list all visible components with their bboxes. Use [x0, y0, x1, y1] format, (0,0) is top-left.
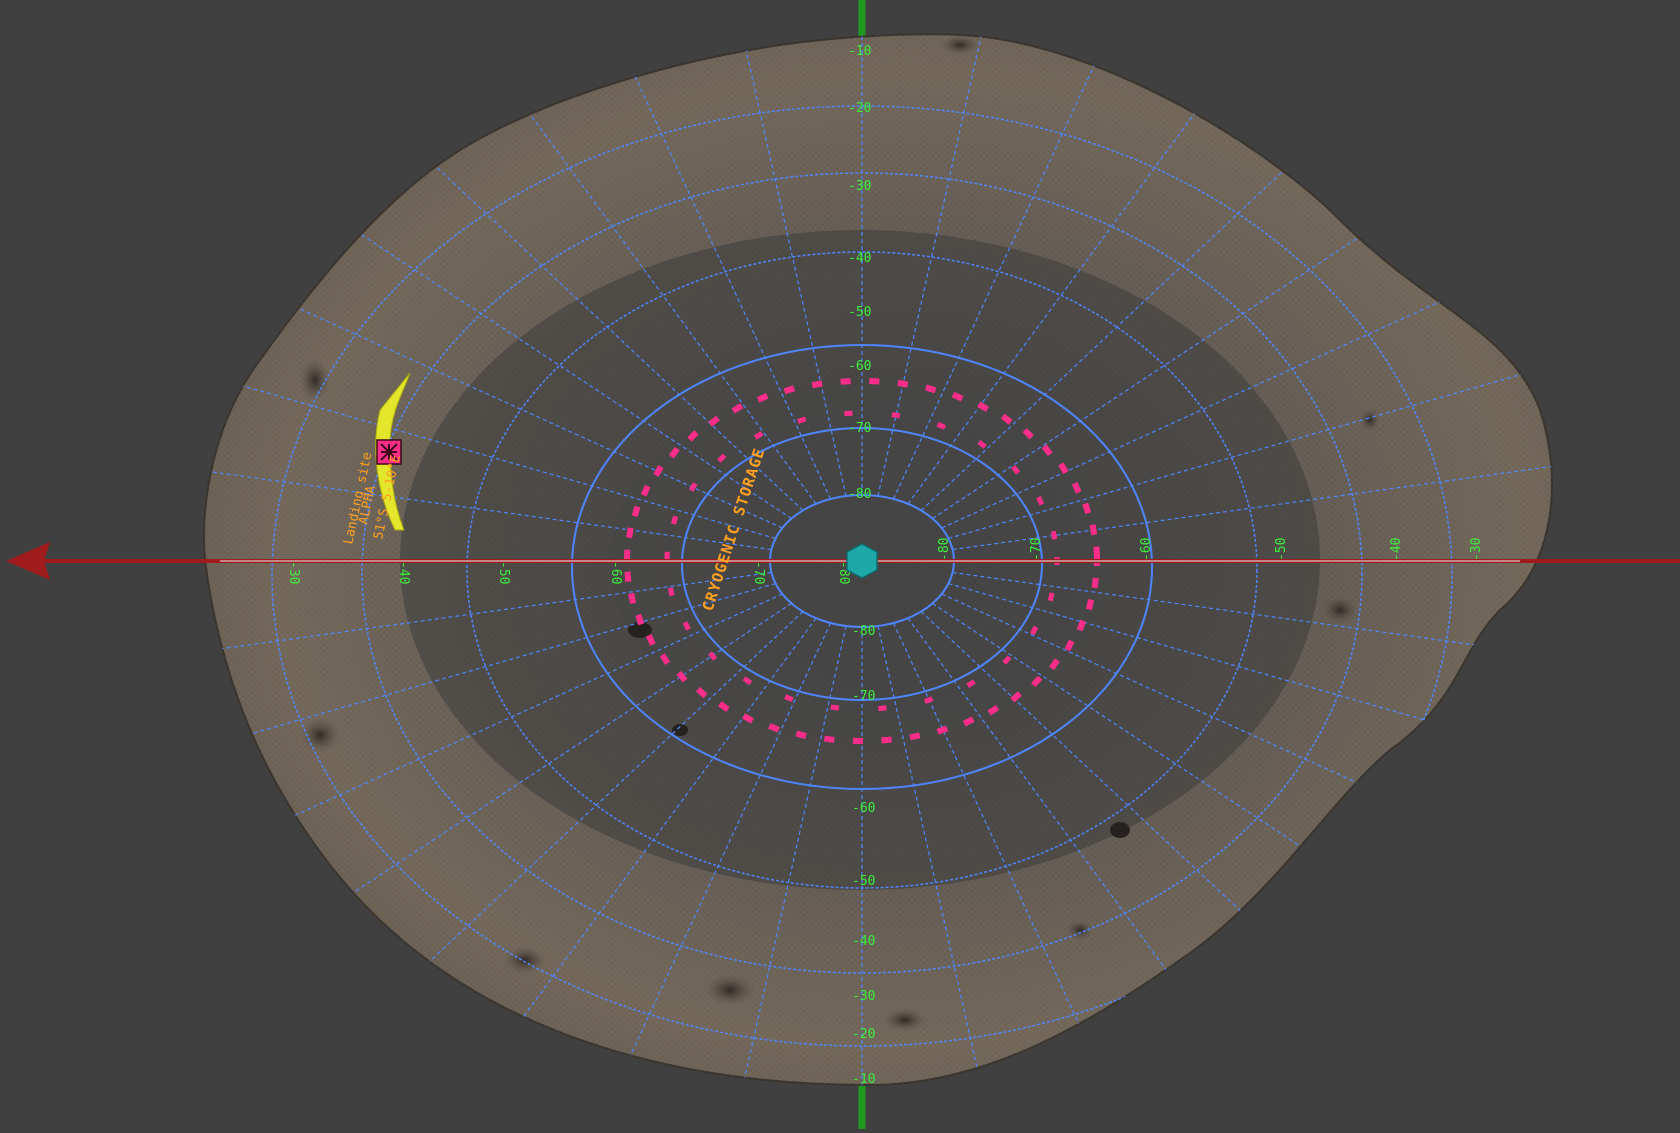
sector-tick	[878, 705, 887, 712]
scale-label-south: -50	[852, 874, 875, 889]
sector-tick	[844, 410, 853, 417]
sector-tick	[624, 571, 632, 582]
scale-label-south: -60	[852, 801, 875, 816]
scale-label-south: -30	[852, 989, 875, 1004]
scale-label-east: -60	[1139, 538, 1154, 561]
3d-viewport[interactable]: -10 -20 -30 -40 -50 -60 -70 -80 -80 -70 -60 -50 -40 -…	[0, 0, 1680, 1129]
scale-label-west: -50	[496, 561, 511, 584]
scale-label-north: -20	[848, 101, 871, 116]
sector-tick	[881, 736, 892, 744]
sector-tick	[1091, 577, 1099, 589]
scale-label-east: -30	[1469, 538, 1484, 561]
sector-tick	[664, 551, 670, 560]
sector-tick	[852, 737, 863, 745]
scale-label-north: -60	[848, 359, 871, 374]
scale-label-north: -70	[848, 421, 871, 436]
scale-label-north: -10	[848, 44, 871, 59]
scale-label-south: -70	[852, 689, 875, 704]
scale-label-south: -40	[852, 934, 875, 949]
scale-label-east: -50	[1274, 538, 1289, 561]
scale-label-north: -80	[848, 487, 871, 502]
sector-tick	[1093, 546, 1100, 557]
scale-label-south: -20	[852, 1027, 875, 1042]
sector-tick	[869, 377, 880, 385]
scale-label-west: -60	[608, 561, 623, 584]
scale-label-south: -80	[852, 624, 875, 639]
scale-label-west: -70	[751, 561, 766, 584]
x-axis-arrow-icon	[6, 542, 50, 580]
scale-label-west: -40	[396, 561, 411, 584]
scale-label-north: -50	[848, 305, 871, 320]
scale-label-east: -40	[1389, 538, 1404, 561]
sector-tick	[840, 378, 851, 385]
sector-tick	[623, 549, 631, 560]
scale-label-west: -30	[286, 561, 301, 584]
scale-label-north: -40	[848, 251, 871, 266]
scale-label-east: -70	[1029, 538, 1044, 561]
scale-label-south: -10	[852, 1072, 875, 1087]
viewport-canvas[interactable]: -10 -20 -30 -40 -50 -60 -70 -80 -80 -70 -60 -50 -40 -…	[0, 0, 1680, 1129]
scale-label-north: -30	[848, 179, 871, 194]
hexagon-icon[interactable]	[846, 543, 878, 579]
scale-label-east: -80	[937, 538, 952, 561]
